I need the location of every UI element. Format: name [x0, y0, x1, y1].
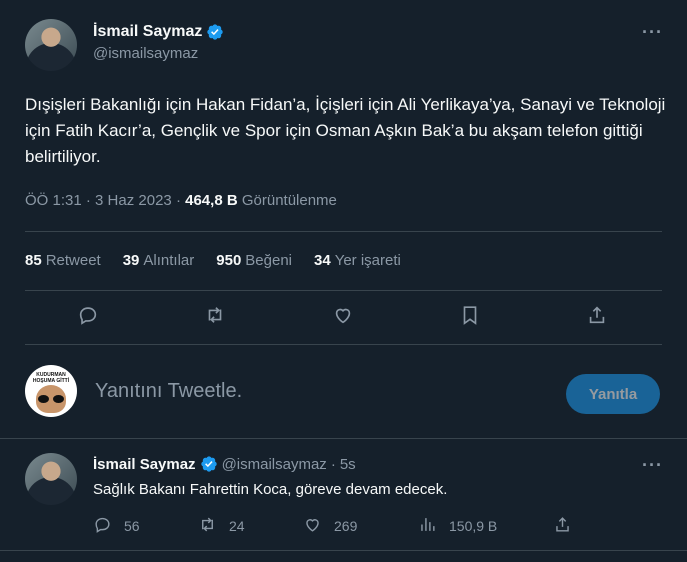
author-avatar[interactable]	[25, 19, 77, 71]
reply-retweets-count: 24	[229, 518, 245, 534]
engagement-stats: 85 Retweet 39 Alıntılar 950 Beğeni 34 Yer iş…	[25, 252, 401, 269]
views-count: 464,8 B	[185, 192, 238, 209]
reply-actions: 56 24 269 150,9 B	[93, 515, 572, 537]
more-icon[interactable]: ···	[642, 22, 663, 43]
verified-badge-icon	[206, 23, 224, 41]
verified-badge-icon	[200, 455, 218, 473]
meta-separator: ·	[175, 192, 181, 209]
retweet-icon[interactable]	[204, 304, 228, 328]
tweet-date[interactable]: 3 Haz 2023	[95, 192, 172, 209]
reply-header: İsmail Saymaz @ismailsaymaz · 5s	[93, 455, 356, 473]
author-handle[interactable]: @ismailsaymaz	[93, 45, 224, 62]
reply-views-action[interactable]: 150,9 B	[418, 515, 553, 537]
tweet-text: Dışişleri Bakanlığı için Hakan Fidan’a, …	[25, 95, 666, 166]
like-icon	[303, 515, 322, 537]
divider	[0, 438, 687, 439]
retweet-icon	[198, 515, 217, 537]
stat-retweets-label: Retweet	[45, 252, 101, 269]
reply-author-name[interactable]: İsmail Saymaz	[93, 456, 196, 473]
share-icon	[553, 515, 572, 537]
author-display-name[interactable]: İsmail Saymaz	[93, 23, 224, 41]
stat-quotes[interactable]: 39 Alıntılar	[123, 252, 195, 269]
stat-likes-count: 950	[216, 252, 242, 269]
author-name-block: İsmail Saymaz @ismailsaymaz	[93, 23, 224, 62]
reply-icon[interactable]	[77, 304, 101, 328]
avatar-caption: KUDURMAN HOŞUMA GİTTİ	[32, 372, 70, 384]
reply-likes-count: 269	[334, 518, 358, 534]
reply-share-action[interactable]	[553, 515, 572, 537]
tweet-actions	[25, 304, 662, 328]
reply-replies-count: 56	[124, 518, 140, 534]
divider	[25, 344, 662, 345]
bookmark-icon[interactable]	[459, 304, 483, 328]
stat-likes-label: Beğeni	[245, 252, 293, 269]
divider	[25, 231, 662, 232]
reply-author-handle[interactable]: @ismailsaymaz	[222, 456, 327, 473]
reply-separator: ·	[330, 455, 336, 473]
stat-bookmarks-count: 34	[314, 252, 331, 269]
reply-reply-action[interactable]: 56	[93, 515, 198, 537]
meta-separator: ·	[85, 192, 91, 209]
views-icon	[418, 515, 437, 537]
stat-quotes-label: Alıntılar	[143, 252, 195, 269]
stat-likes[interactable]: 950 Beğeni	[216, 252, 292, 269]
stat-quotes-count: 39	[122, 252, 140, 269]
stat-bookmarks-label: Yer işareti	[334, 252, 401, 269]
stat-retweets[interactable]: 85 Retweet	[25, 252, 101, 269]
avatar-glasses	[38, 395, 64, 403]
reply-icon	[93, 515, 112, 537]
reply-text: Sağlık Bakanı Fahrettin Koca, göreve dev…	[93, 481, 448, 498]
reply-retweet-action[interactable]: 24	[198, 515, 303, 537]
reply-time[interactable]: 5s	[340, 456, 356, 473]
reply-like-action[interactable]: 269	[303, 515, 418, 537]
tweet-time[interactable]: ÖÖ 1:31	[25, 192, 82, 209]
reply-views-count: 150,9 B	[449, 518, 498, 534]
current-user-avatar[interactable]: KUDURMAN HOŞUMA GİTTİ	[25, 365, 77, 417]
reply-input[interactable]: Yanıtını Tweetle.	[95, 380, 242, 403]
reply-author-avatar[interactable]	[25, 453, 77, 505]
stat-retweets-count: 85	[25, 252, 42, 269]
tweet-meta: ÖÖ 1:31 · 3 Haz 2023 · 464,8 B Görüntüle…	[25, 192, 337, 209]
reply-button[interactable]: Yanıtla	[566, 374, 660, 414]
author-display-name-text[interactable]: İsmail Saymaz	[93, 23, 202, 41]
share-icon[interactable]	[586, 304, 610, 328]
divider	[25, 290, 662, 291]
like-icon[interactable]	[332, 304, 356, 328]
views-label: Görüntülenme	[241, 192, 337, 209]
stat-bookmarks[interactable]: 34 Yer işareti	[314, 252, 401, 269]
more-icon[interactable]: ···	[642, 455, 663, 476]
divider	[0, 550, 687, 551]
